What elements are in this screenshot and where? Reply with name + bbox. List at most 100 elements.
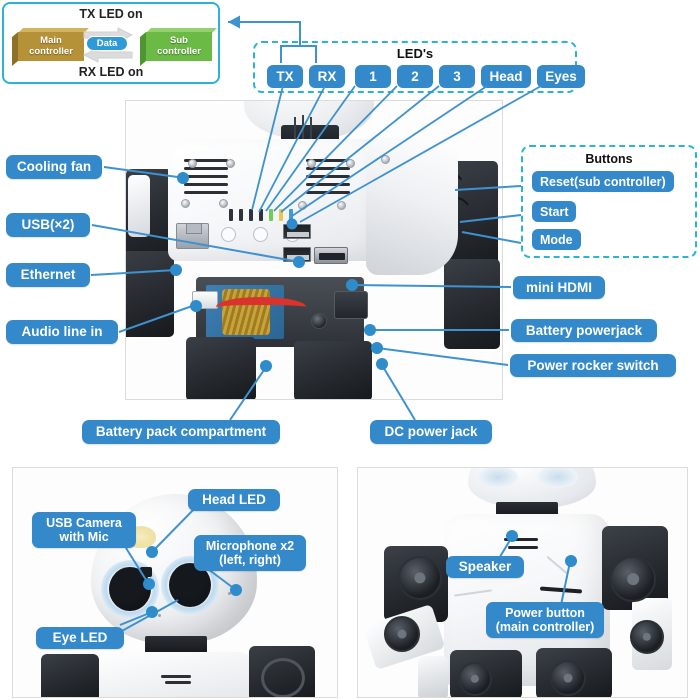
screw <box>307 159 316 168</box>
screw <box>298 201 307 210</box>
start-button-hole[interactable] <box>253 227 268 242</box>
chest-speaker-slot <box>161 675 191 678</box>
left-shoulder <box>41 654 99 697</box>
vent-slot <box>306 175 350 178</box>
usb-port-lower <box>283 247 311 262</box>
right-elbow-servo <box>630 620 664 654</box>
callout-battery-pack-compartment[interactable]: Battery pack compartment <box>82 420 280 444</box>
vent-slot <box>184 191 228 194</box>
led-indicator-tx <box>229 209 233 221</box>
callout-dc-power-jack[interactable]: DC power jack <box>370 420 492 444</box>
left-forearm <box>126 251 174 337</box>
left-leg-panel <box>418 656 448 697</box>
led-indicator-1 <box>249 209 253 221</box>
battery-coil <box>222 289 270 335</box>
rx-led-on-caption: RX LED on <box>78 65 144 79</box>
screw <box>188 159 197 168</box>
right-forearm <box>444 259 500 349</box>
vent-slot <box>306 183 350 186</box>
callout-battery-powerjack[interactable]: Battery powerjack <box>511 319 657 342</box>
microphone-right <box>228 592 231 595</box>
body-left-eye <box>478 468 518 488</box>
speaker-slot-upper <box>504 538 538 541</box>
led-chip-2[interactable]: 2 <box>397 65 433 88</box>
callout-power-rocker-switch[interactable]: Power rocker switch <box>510 354 676 377</box>
screw <box>381 155 390 164</box>
sub-controller-label: Sub controller <box>146 32 212 61</box>
led-chip-1[interactable]: 1 <box>355 65 391 88</box>
right-shoulder-servo <box>610 556 656 602</box>
sub-controller-block: Sub controller <box>140 28 217 67</box>
callout-ethernet[interactable]: Ethernet <box>6 263 90 287</box>
buttons-group-title: Buttons <box>585 152 633 166</box>
microphone-line-1: Microphone x2 <box>205 539 295 553</box>
led-chip-tx[interactable]: TX <box>267 65 303 88</box>
led-indicator-rx <box>239 209 243 221</box>
button-chip-reset[interactable]: Reset(sub controller) <box>532 171 674 192</box>
usb-port-upper <box>283 224 311 239</box>
led-indicator-eyes <box>289 209 293 221</box>
mini-hdmi-port <box>314 247 348 264</box>
robot-torso-right-shell <box>366 137 458 275</box>
left-arm-white <box>128 175 150 237</box>
led-chip-3[interactable]: 3 <box>439 65 475 88</box>
leds-group-title: LED's <box>396 46 434 61</box>
screw <box>219 199 228 208</box>
screw <box>181 199 190 208</box>
usb-camera-lens <box>140 567 152 577</box>
led-indicator-2 <box>259 209 263 221</box>
battery-white-connector <box>192 291 218 309</box>
microphone-left <box>158 614 161 617</box>
callout-eye-led[interactable]: Eye LED <box>36 627 124 649</box>
chest-speaker-slot <box>165 681 191 684</box>
right-hip-servo <box>550 660 586 696</box>
led-chip-rx[interactable]: RX <box>309 65 345 88</box>
power-button-line-2: (main controller) <box>495 620 595 634</box>
usb-camera-line-2: with Mic <box>59 530 109 544</box>
vent-slot <box>306 191 350 194</box>
callout-usb-camera-with-mic[interactable]: USB Camera with Mic <box>32 512 136 548</box>
usb-camera-line-1: USB Camera <box>46 516 122 530</box>
microphone-line-2: (left, right) <box>219 553 281 567</box>
screw <box>346 159 355 168</box>
robot-body-closeup-photo <box>357 467 688 698</box>
callout-audio-line-in[interactable]: Audio line in <box>6 320 118 344</box>
robot-back-panel-photo <box>125 100 503 400</box>
power-rocker-switch-part[interactable] <box>334 291 368 319</box>
left-elbow-servo <box>384 616 420 652</box>
vent-slot <box>184 175 228 178</box>
body-right-eye <box>538 468 578 488</box>
data-pill-label: Data <box>86 36 128 51</box>
right-leg <box>294 341 372 399</box>
callout-cooling-fan[interactable]: Cooling fan <box>6 155 102 179</box>
callout-mini-hdmi[interactable]: mini HDMI <box>513 276 605 299</box>
callout-head-led[interactable]: Head LED <box>188 489 280 511</box>
callout-usb-x2[interactable]: USB(×2) <box>6 213 90 237</box>
speaker-slot-lower <box>508 546 538 549</box>
main-controller-block: Main controller <box>12 28 89 67</box>
shoulder-servo-ring <box>261 658 305 697</box>
led-indicator-3 <box>269 209 273 221</box>
left-leg <box>186 337 256 399</box>
callout-microphone-x2[interactable]: Microphone x2 (left, right) <box>194 535 306 571</box>
button-chip-start[interactable]: Start <box>532 201 577 222</box>
screw <box>226 159 235 168</box>
callout-power-button[interactable]: Power button (main controller) <box>486 602 604 638</box>
leds-group-box: LED's TX RX 1 2 3 Head Eyes <box>253 41 585 93</box>
ethernet-port <box>176 223 209 249</box>
buttons-group-box: Buttons Reset(sub controller) Start Mode <box>521 145 697 258</box>
left-shoulder-servo <box>398 556 442 600</box>
led-chip-head[interactable]: Head <box>481 65 531 88</box>
vent-slot <box>184 183 228 186</box>
dc-power-jack-part <box>311 313 327 329</box>
main-controller-label: Main controller <box>18 32 84 61</box>
reset-button-hole[interactable] <box>221 227 236 242</box>
screw <box>337 201 346 210</box>
led-chip-eyes[interactable]: Eyes <box>537 65 585 88</box>
tx-led-on-caption: TX LED on <box>79 7 143 21</box>
button-chip-mode[interactable]: Mode <box>532 229 581 250</box>
led-indicator-head <box>279 209 283 221</box>
tx-rx-legend-card: TX LED on Main controller Data Sub control… <box>2 2 220 84</box>
callout-speaker[interactable]: Speaker <box>446 556 524 578</box>
power-button-line-1: Power button <box>505 606 585 620</box>
